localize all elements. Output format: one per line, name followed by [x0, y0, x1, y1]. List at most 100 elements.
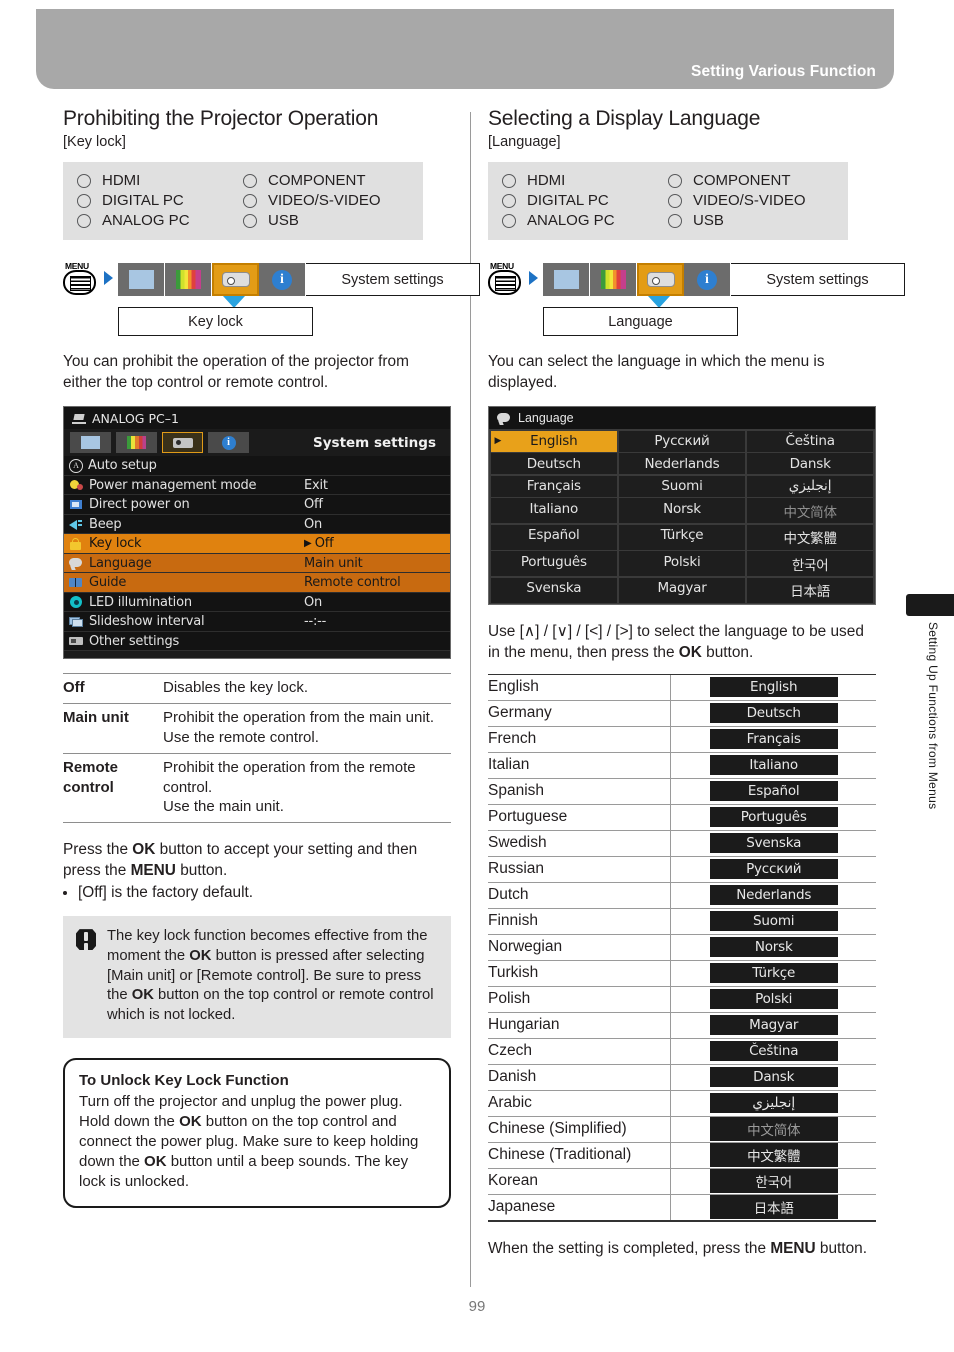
right-column: Selecting a Display Language [Language] … — [488, 106, 905, 1259]
right-section-bracket: [Language] — [488, 134, 561, 151]
language-cell[interactable]: Magyar — [618, 577, 746, 603]
osd-row[interactable]: A Auto setup — [64, 456, 450, 476]
osd-row-value: Off — [304, 497, 323, 513]
osd-row-label: Direct power on — [89, 497, 190, 513]
radio-icon — [243, 213, 257, 228]
left-menu-path-diagram: MENU i System settings Key lock — [63, 257, 480, 337]
source-label: DIGITAL PC — [102, 192, 184, 210]
unlock-box-title: To Unlock Key Lock Function — [79, 1071, 289, 1089]
lang-native: Dansk — [670, 1064, 876, 1091]
native-chip: Svenska — [709, 833, 838, 854]
osd-row[interactable]: Guide Remote control — [64, 573, 450, 593]
osd-row[interactable]: Power management mode Exit — [64, 476, 450, 496]
language-cell[interactable]: Français — [490, 475, 618, 497]
language-cell[interactable]: Português — [490, 551, 618, 577]
osd-title-bar: Language — [489, 407, 875, 430]
right-arrow-icon — [529, 271, 538, 286]
source-label: HDMI — [102, 172, 141, 190]
language-cell[interactable]: Türkçe — [618, 524, 746, 550]
language-cell[interactable]: Italiano — [490, 498, 618, 524]
osd-row[interactable]: Beep On — [64, 515, 450, 535]
auto-setup-icon: A — [69, 458, 83, 473]
table-row: Chinese (Traditional) 中文繁體 — [488, 1142, 876, 1169]
language-cell[interactable]: Deutsch — [490, 453, 618, 475]
native-chip: Polski — [709, 989, 838, 1010]
osd-row[interactable]: Slideshow interval --:-- — [64, 612, 450, 632]
language-cell[interactable]: Norsk — [618, 498, 746, 524]
source-item: ANALOG PC — [502, 212, 668, 229]
lang-english: Japanese — [488, 1194, 671, 1222]
source-item: HDMI — [77, 172, 243, 189]
caution-text: The key lock function becomes effective … — [107, 928, 434, 1023]
osd-row-key-lock[interactable]: Key lock ▶ Off — [64, 534, 450, 554]
lang-native: Русский — [670, 856, 876, 883]
lang-english: Italian — [488, 752, 671, 779]
osd-row-value: Main unit — [304, 555, 363, 571]
source-label: COMPONENT — [693, 172, 791, 190]
left-section-heading: Prohibiting the Projector Operation — [63, 107, 379, 130]
beep-icon — [69, 518, 84, 531]
unlock-box-body: Turn off the projector and unplug the po… — [79, 1092, 419, 1190]
language-cell[interactable]: Dansk — [746, 453, 874, 475]
language-cell[interactable]: Nederlands — [618, 453, 746, 475]
language-cell[interactable]: Suomi — [618, 475, 746, 497]
language-cell[interactable]: Español — [490, 524, 618, 550]
menu-selected-item-label: Key lock — [118, 307, 313, 337]
language-cell[interactable]: إنجليزي — [746, 475, 874, 497]
table-row: Portuguese Português — [488, 804, 876, 831]
language-cell[interactable]: Русский — [618, 430, 746, 452]
page-header-bar: Setting Various Function — [36, 9, 894, 89]
lang-native: Nederlands — [670, 882, 876, 909]
language-cell[interactable]: Polski — [618, 551, 746, 577]
tab-system-settings — [637, 263, 684, 297]
osd-row[interactable]: Other settings — [64, 632, 450, 652]
osd-footer-strip — [64, 651, 450, 659]
unlock-key-lock-box: To Unlock Key Lock Function Turn off the… — [63, 1057, 451, 1209]
table-row: Italian Italiano — [488, 752, 876, 779]
native-chip: Português — [709, 807, 838, 828]
tab-information: i — [259, 263, 306, 297]
osd-title-bar: ANALOG PC–1 — [64, 407, 450, 430]
language-cell[interactable]: 中文简体 — [746, 498, 874, 524]
key-lock-options-table: Off Disables the key lock. Main unit Pro… — [63, 673, 451, 823]
native-chip: 日本語 — [709, 1195, 838, 1220]
language-cell[interactable]: 中文繁體 — [746, 524, 874, 550]
radio-icon — [243, 173, 257, 188]
language-cell[interactable]: Svenska — [490, 577, 618, 603]
table-row: Russian Русский — [488, 856, 876, 883]
osd-row[interactable]: Direct power on Off — [64, 495, 450, 515]
osd-row[interactable]: LED illumination On — [64, 593, 450, 613]
lang-native: إنجليزي — [670, 1090, 876, 1117]
osd-row-value: --:-- — [304, 614, 327, 630]
left-bullet-list: [Off] is the factory default. — [63, 883, 451, 904]
radio-icon — [502, 193, 516, 208]
radio-icon — [502, 173, 516, 188]
native-chip: 한국어 — [709, 1169, 838, 1194]
table-row: Germany Deutsch — [488, 700, 876, 727]
lang-native: Italiano — [670, 752, 876, 779]
osd-tab-image — [70, 432, 111, 454]
lang-english: Korean — [488, 1168, 671, 1195]
menu-tab-strip: i System settings — [118, 263, 480, 297]
menu-button-icon: MENU — [488, 261, 522, 296]
lang-english: Norwegian — [488, 934, 671, 961]
language-cell[interactable]: 한국어 — [746, 551, 874, 577]
native-chip: Magyar — [709, 1015, 838, 1036]
native-chip: Deutsch — [709, 703, 838, 724]
native-chip: 中文简体 — [709, 1117, 838, 1142]
table-row: English English — [488, 673, 876, 701]
menu-tab-strip: i System settings — [543, 263, 905, 297]
osd-row-label: LED illumination — [89, 594, 192, 610]
language-cell[interactable]: English — [490, 430, 618, 452]
source-item: DIGITAL PC — [77, 192, 243, 209]
source-item: VIDEO/S-VIDEO — [668, 192, 834, 209]
osd-row-value: Remote control — [304, 575, 401, 591]
osd-tab-system — [162, 432, 203, 454]
lang-english: Polish — [488, 986, 671, 1013]
osd-row[interactable]: Language Main unit — [64, 553, 450, 574]
language-cell[interactable]: 日本語 — [746, 577, 874, 603]
table-cell-key: Remote control — [63, 758, 119, 796]
language-cell[interactable]: Čeština — [746, 430, 874, 452]
left-caution-note: The key lock function becomes effective … — [63, 916, 451, 1038]
guide-icon — [69, 577, 84, 589]
